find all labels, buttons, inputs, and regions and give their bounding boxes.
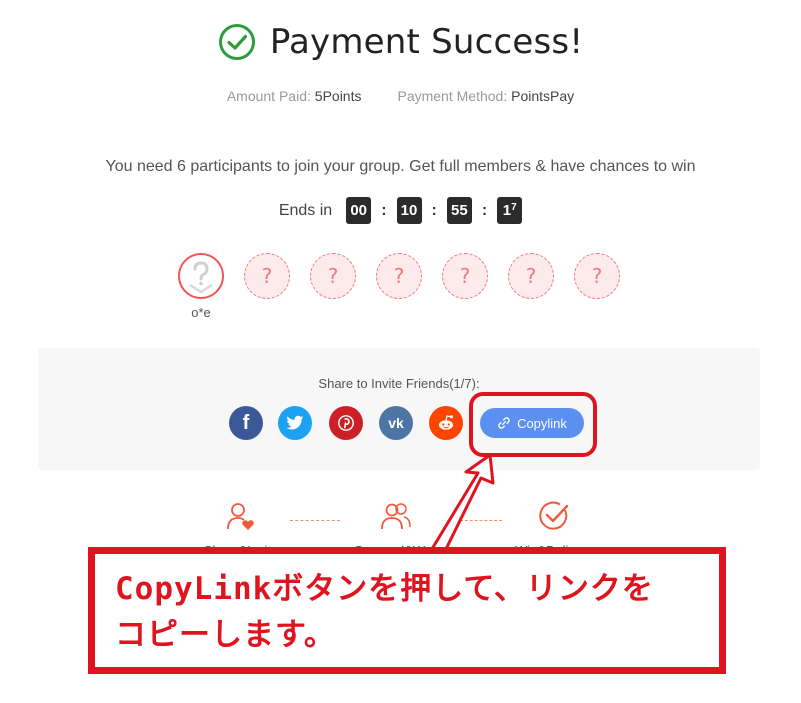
step-connector <box>290 520 340 521</box>
timer-minutes: 10 <box>396 197 422 224</box>
share-panel: Share to Invite Friends(1/7): f vk Copyl… <box>38 348 760 470</box>
amount-paid: Amount Paid: 5Points <box>227 88 362 104</box>
twitter-icon <box>286 415 304 430</box>
participant-slots: ? ? ? ? ? ? o*e <box>0 253 801 323</box>
empty-slot-symbol: ? <box>261 264 273 288</box>
group-wait-icon <box>381 503 411 530</box>
timer-fraction-sup: 7 <box>511 202 517 213</box>
empty-slot: ? <box>376 253 422 299</box>
owner-name: o*e <box>191 305 211 320</box>
win-delivery-icon <box>539 501 569 530</box>
amount-paid-label: Amount Paid: <box>226 88 311 104</box>
annotation-highlight-frame <box>469 392 597 457</box>
owner-avatar <box>178 253 224 299</box>
amount-paid-value: 5Points <box>314 88 362 104</box>
annotation-callout: CopyLinkボタンを押して、リンクを コピーします。 <box>88 547 726 674</box>
pinterest-share-button[interactable] <box>329 406 363 440</box>
empty-slot-symbol: ? <box>393 264 405 288</box>
payment-info: Amount Paid: 5Points Payment Method: Poi… <box>0 88 801 104</box>
payment-method: Payment Method: PointsPay <box>397 88 574 104</box>
empty-slot: ? <box>442 253 488 299</box>
reddit-icon <box>439 415 454 430</box>
check-circle-icon <box>218 24 255 60</box>
group-message: You need 6 participants to join your gro… <box>105 158 696 175</box>
share-invite-icon <box>227 503 254 530</box>
empty-slot: ? <box>244 253 290 299</box>
reddit-share-button[interactable] <box>429 406 463 440</box>
timer-fraction: 17 <box>497 197 523 224</box>
twitter-share-button[interactable] <box>278 406 312 440</box>
payment-method-label: Payment Method: <box>397 88 508 104</box>
share-buttons: f vk Copylink <box>38 406 760 442</box>
empty-slot: ? <box>310 253 356 299</box>
facebook-icon: f <box>242 411 250 434</box>
share-title: Share to Invite Friends(1/7): <box>318 376 480 391</box>
empty-slot: ? <box>508 253 554 299</box>
empty-slot-symbol: ? <box>525 264 537 288</box>
page-title: Payment Success! <box>269 22 584 62</box>
default-avatar-icon <box>189 261 213 294</box>
pinterest-icon <box>338 415 354 431</box>
annotation-text: CopyLinkボタンを押して、リンクを コピーします。 <box>115 566 715 658</box>
success-header: Payment Success! <box>0 22 801 62</box>
timer-fraction-main: 1 <box>502 202 512 219</box>
timer-colon: : <box>431 201 437 219</box>
annotation-line-1: CopyLinkボタンを押して、リンクを <box>115 571 654 607</box>
timer-seconds: 55 <box>446 197 472 224</box>
payment-method-value: PointsPay <box>511 88 575 104</box>
empty-slot-symbol: ? <box>327 264 339 288</box>
vk-icon: vk <box>388 415 404 431</box>
vk-share-button[interactable]: vk <box>379 406 413 440</box>
empty-slot: ? <box>574 253 620 299</box>
countdown-timer: Ends in 00 : 10 : 55 : 17 <box>0 197 801 224</box>
annotation-line-2: コピーします。 <box>115 617 336 653</box>
empty-slot-symbol: ? <box>591 264 603 288</box>
timer-colon: : <box>381 201 387 219</box>
facebook-share-button[interactable]: f <box>229 406 263 440</box>
ends-in-label: Ends in <box>278 201 333 219</box>
timer-colon: : <box>481 201 488 219</box>
empty-slot-symbol: ? <box>459 264 471 288</box>
timer-hours: 00 <box>346 197 372 224</box>
